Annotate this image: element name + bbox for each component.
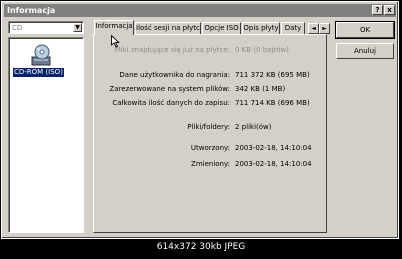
created-label: Utworzony: (190, 144, 230, 152)
dialog-window: Informacja ? x CD ▼ CD-ROM (ISO) Informa… (1, 1, 399, 239)
tree-item-cdrom[interactable]: CD-ROM (ISO) (13, 68, 64, 77)
ok-button[interactable]: OK (335, 21, 395, 39)
files-label: Pliki/foldery: (187, 123, 230, 131)
image-caption: 614x372 30kb JPEG (156, 242, 246, 252)
reserved-label: Zarezerwowane na system plików: (109, 85, 230, 93)
drive-combo[interactable]: CD ▼ (8, 21, 84, 34)
cd-drive-icon (31, 44, 51, 66)
info-panel: Pliki znajdujące się już na płytce: 0 KB… (93, 34, 327, 233)
modified-label: Zmieniony: (191, 160, 230, 168)
tab-scroll-right-icon[interactable]: ► (319, 23, 330, 34)
files-value: 2 pliki(ów) (235, 123, 272, 131)
mouse-pointer-icon (111, 35, 120, 48)
compilation-tree[interactable]: CD-ROM (ISO) (8, 37, 84, 233)
close-button[interactable]: x (384, 5, 395, 15)
window-title: Informacja (7, 6, 56, 15)
modified-value: 2003-02-18, 14:10:04 (235, 160, 312, 168)
created-value: 2003-02-18, 14:10:04 (235, 144, 312, 152)
help-button[interactable]: ? (372, 5, 383, 15)
title-bar: Informacja ? x (4, 4, 396, 17)
free-space-value: 0 KB (0 bajtów) (235, 46, 289, 54)
reserved-value: 342 KB (1 MB) (235, 85, 286, 93)
chevron-down-icon[interactable]: ▼ (73, 23, 82, 32)
tab-scroll-left-icon[interactable]: ◄ (308, 23, 319, 34)
user-data-value: 711 372 KB (695 MB) (235, 71, 310, 79)
total-label: Całkowita ilość danych do zapisu: (112, 99, 230, 107)
tab-informacja[interactable]: Informacja (94, 20, 134, 35)
drive-combo-value: CD (12, 24, 23, 32)
cancel-button[interactable]: Anuluj (336, 43, 394, 59)
total-value: 711 714 KB (696 MB) (235, 99, 310, 107)
user-data-label: Dane użytkownika do nagrania: (119, 71, 230, 79)
